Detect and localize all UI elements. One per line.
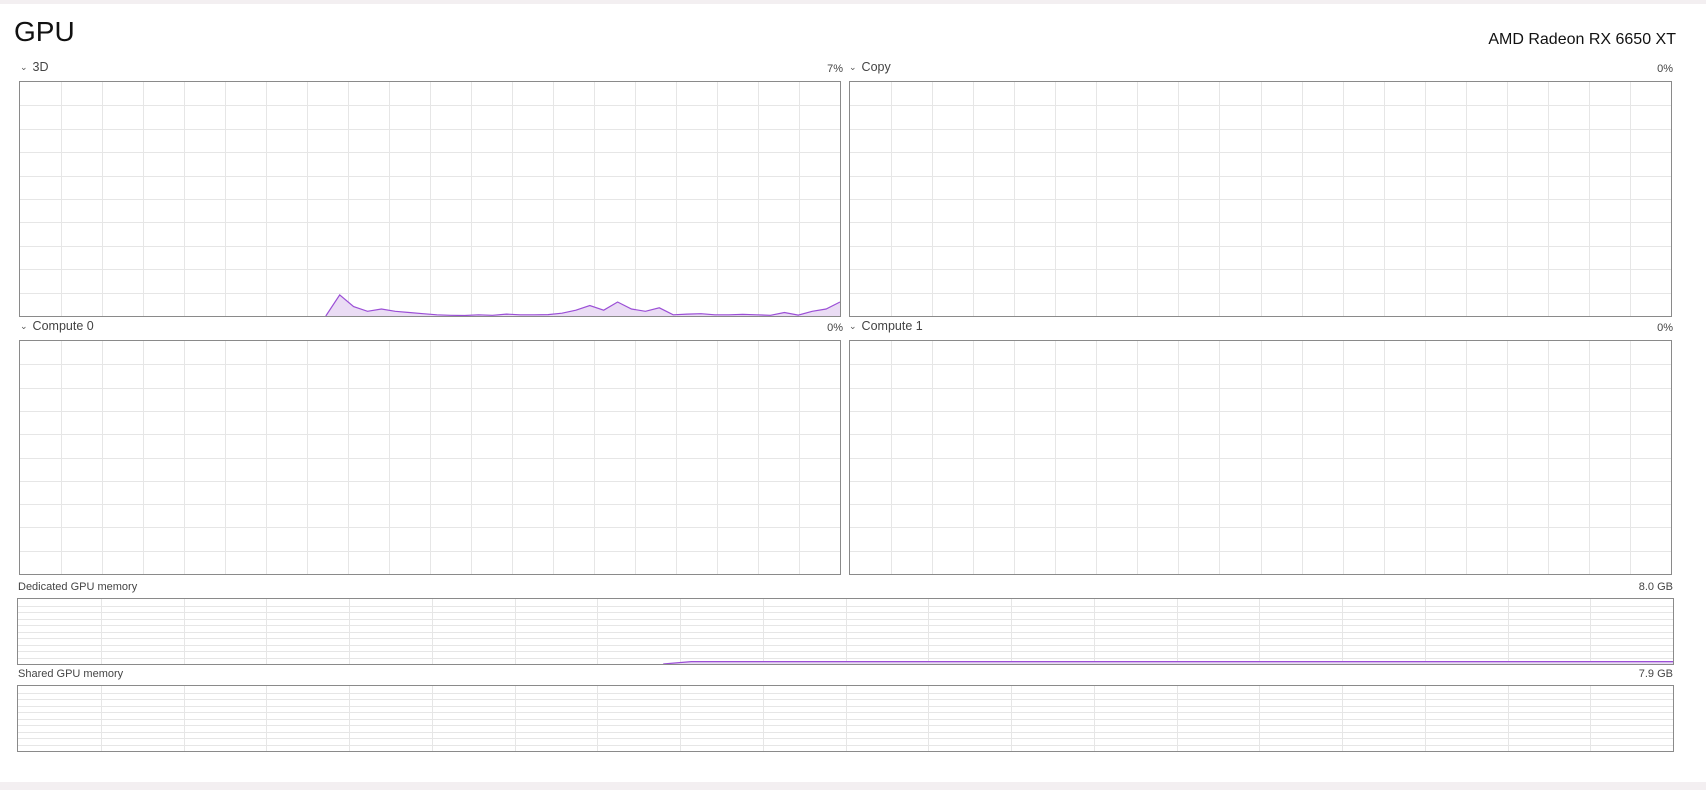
shared-memory-label: Shared GPU memory bbox=[18, 668, 124, 680]
dedicated-memory-graph-svg bbox=[18, 599, 1673, 664]
engine-selector-compute-1[interactable]: ⌄ Compute 1 bbox=[849, 319, 923, 333]
engine-value-copy: 0% bbox=[1657, 63, 1673, 75]
shared-memory-value: 7.9 GB bbox=[1638, 668, 1673, 680]
engine-graph-copy-svg bbox=[850, 82, 1671, 316]
engine-graph-copy bbox=[849, 81, 1672, 317]
engine-graph-compute-0-svg bbox=[20, 341, 840, 574]
task-manager-gpu-panel: GPU AMD Radeon RX 6650 XT ⌄ 3D 7% ⌄ Copy 0… bbox=[0, 4, 1706, 782]
engine-label-3d: 3D bbox=[32, 60, 49, 74]
engine-value-3d: 7% bbox=[827, 63, 843, 75]
engine-selector-compute-0[interactable]: ⌄ Compute 0 bbox=[20, 319, 94, 333]
engine-label-copy: Copy bbox=[861, 60, 891, 74]
gpu-device-name: AMD Radeon RX 6650 XT bbox=[1488, 31, 1676, 48]
engine-selector-3d[interactable]: ⌄ 3D bbox=[20, 60, 49, 74]
engine-selector-copy[interactable]: ⌄ Copy bbox=[849, 60, 891, 74]
engine-graph-3d-svg bbox=[20, 82, 840, 316]
shared-memory-graph-svg bbox=[18, 686, 1673, 751]
engine-graph-compute-1-svg bbox=[850, 341, 1671, 574]
engine-graph-3d bbox=[19, 81, 841, 317]
dedicated-memory-graph bbox=[17, 598, 1674, 665]
chevron-down-icon: ⌄ bbox=[849, 321, 857, 331]
dedicated-memory-value: 8.0 GB bbox=[1638, 581, 1673, 593]
engine-3d-area bbox=[325, 294, 840, 316]
engine-label-compute-1: Compute 1 bbox=[861, 319, 923, 333]
page-title: GPU bbox=[14, 16, 75, 47]
engine-graph-compute-0 bbox=[19, 340, 841, 575]
chevron-down-icon: ⌄ bbox=[849, 62, 857, 72]
shared-memory-graph bbox=[17, 685, 1674, 752]
dedicated-memory-label: Dedicated GPU memory bbox=[18, 581, 138, 593]
chevron-down-icon: ⌄ bbox=[20, 62, 28, 72]
engine-label-compute-0: Compute 0 bbox=[32, 319, 94, 333]
chevron-down-icon: ⌄ bbox=[20, 321, 28, 331]
engine-graph-compute-1 bbox=[849, 340, 1672, 575]
engine-value-compute-1: 0% bbox=[1657, 322, 1673, 334]
engine-value-compute-0: 0% bbox=[827, 322, 843, 334]
